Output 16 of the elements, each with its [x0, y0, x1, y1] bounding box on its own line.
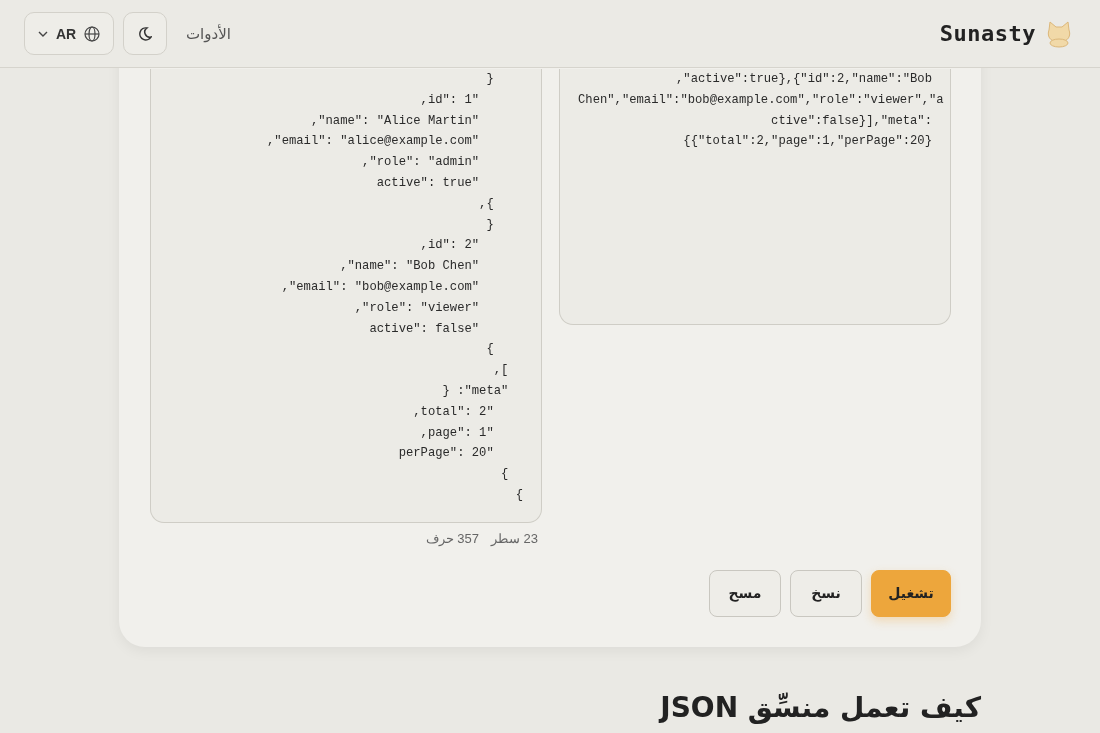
brand-name: Sunasty — [939, 21, 1036, 46]
moon-icon — [138, 26, 152, 41]
theme-toggle-button[interactable] — [123, 12, 167, 55]
language-button[interactable]: AR — [24, 12, 114, 55]
nav-link[interactable]: الأدوات — [186, 24, 231, 43]
stat-text: 23 سطر — [490, 530, 538, 546]
run-button[interactable]: تشغيل — [871, 569, 951, 617]
section-heading: كيف تعمل منسِّق JSON — [657, 690, 981, 724]
output-field: } ,id": 1" ,"name": "Alice Martin" ,"email": "alice@example.com" ,"role": "admin" active": true" ,{ } ,id": 2" ,"name": "Bob Chen" ,"email": "bob@example.com" ,"role": "viewer" active": false" { ,[ } :"meta" ,total": 2" ,page": 1" perPage": 20" { { — [150, 69, 542, 523]
input-field[interactable]: ,"active":true},{"id":2,"name":"Bob Chen","email":"bob@example.com","role":"viewer","a ctive":false}],"meta": {{"total":2,"page":1,"perPage":20} — [559, 69, 951, 325]
action-button[interactable]: مسح — [709, 569, 781, 617]
cat-logo-icon — [1046, 19, 1072, 48]
action-button[interactable]: نسخ — [790, 569, 862, 617]
stat-text: 357 حرف — [425, 530, 479, 546]
caret-icon — [37, 30, 48, 37]
globe-icon — [84, 25, 101, 42]
